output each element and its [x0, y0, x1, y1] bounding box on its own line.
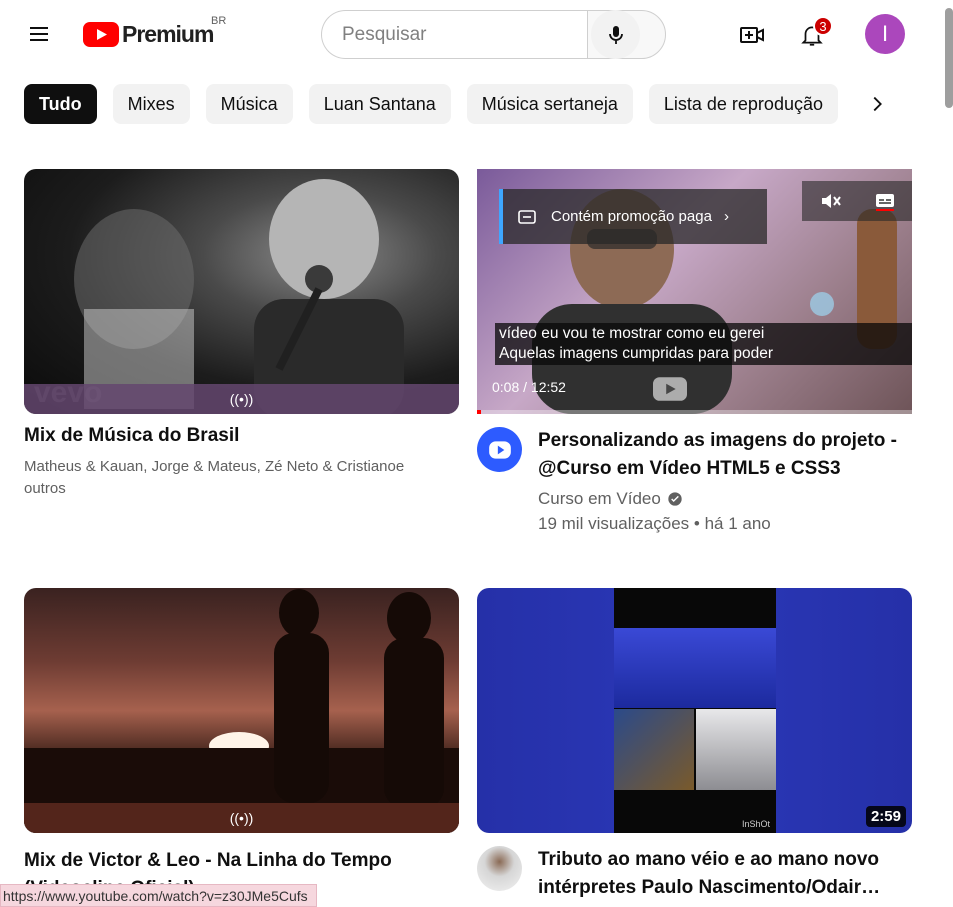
- collage-photo-left: [614, 709, 694, 790]
- channel-avatar[interactable]: [477, 427, 522, 472]
- youtube-logo-icon: [83, 21, 119, 47]
- player-controls-top: [802, 181, 912, 221]
- menu-icon[interactable]: [21, 16, 57, 52]
- video-stats: 19 mil visualizações • há 1 ano: [538, 514, 771, 533]
- video-card[interactable]: Contém promoção paga › vídeo eu vou te m…: [477, 169, 912, 533]
- muted-speaker-icon[interactable]: [818, 189, 842, 213]
- status-bar-url: https://www.youtube.com/watch?v=z30JMe5C…: [0, 884, 317, 907]
- mix-band: ((•)): [24, 384, 459, 414]
- thumbnail-art: [24, 589, 459, 833]
- inshot-watermark: InShOt: [741, 819, 770, 829]
- chevron-right-icon: ›: [723, 208, 729, 225]
- chevron-right-icon: [873, 96, 882, 112]
- video-title[interactable]: Mix de Música do Brasil: [24, 422, 459, 450]
- video-thumbnail[interactable]: ((•)): [24, 588, 459, 833]
- collage-photo-top: [614, 628, 776, 708]
- microphone-icon: [608, 25, 623, 44]
- video-card[interactable]: ((•)) Mix de Victor & Leo - Na Linha do …: [24, 588, 459, 903]
- chip-tudo[interactable]: Tudo: [24, 84, 97, 124]
- video-player-preview[interactable]: Contém promoção paga › vídeo eu vou te m…: [477, 169, 912, 414]
- chip-lista-de-reproducao[interactable]: Lista de reprodução: [648, 84, 838, 124]
- video-thumbnail[interactable]: vevo ((•)): [24, 169, 459, 414]
- progress-fill: [477, 410, 482, 414]
- channel-avatar[interactable]: [477, 846, 522, 891]
- chips-next-button[interactable]: [857, 84, 897, 124]
- channel-name[interactable]: Curso em Vídeo: [538, 486, 661, 511]
- duration-badge: 2:59: [865, 806, 906, 827]
- video-card[interactable]: InShOt 2:59 Tributo ao mano véio e ao ma…: [477, 588, 912, 898]
- notification-count-badge: 3: [813, 16, 833, 36]
- youtube-watermark-icon: [653, 377, 687, 401]
- account-avatar[interactable]: I: [865, 14, 905, 54]
- player-time: 0:08 / 12:52: [492, 379, 566, 395]
- filter-chips: Tudo Mixes Música Luan Santana Música se…: [24, 84, 838, 124]
- youtube-premium-logo[interactable]: Premium: [83, 20, 214, 48]
- country-code: BR: [211, 15, 227, 27]
- thumbnail-collage: InShOt: [614, 588, 776, 833]
- verified-check-icon: [668, 491, 682, 506]
- chip-luan-santana[interactable]: Luan Santana: [308, 84, 451, 124]
- logo-text: Premium: [122, 20, 214, 47]
- chip-mixes[interactable]: Mixes: [112, 84, 190, 124]
- promo-label: Contém promoção paga: [551, 208, 712, 225]
- caption-line: vídeo eu vou te mostrar como eu gerei: [499, 325, 765, 342]
- create-button[interactable]: [732, 15, 772, 55]
- video-title[interactable]: Personalizando as imagens do projeto - @…: [538, 427, 898, 483]
- top-bar: Premium BR 3 I: [0, 0, 953, 68]
- search-input[interactable]: [321, 10, 587, 59]
- mix-broadcast-icon: ((•)): [229, 810, 254, 826]
- video-details: Personalizando as imagens do projeto - @…: [538, 427, 898, 536]
- play-logo-icon: [488, 440, 511, 459]
- caption-line: Aquelas imagens cumpridas para poder: [499, 345, 773, 362]
- progress-track[interactable]: [477, 410, 912, 414]
- video-thumbnail[interactable]: InShOt 2:59: [477, 588, 912, 833]
- video-title[interactable]: Tributo ao mano véio e ao mano novo inté…: [538, 846, 898, 902]
- video-camera-add-icon: [740, 27, 764, 43]
- mix-broadcast-icon: ((•)): [229, 391, 254, 407]
- mix-band: ((•)): [24, 803, 459, 833]
- voice-search-button[interactable]: [591, 10, 640, 59]
- paid-promotion-banner[interactable]: Contém promoção paga ›: [499, 189, 767, 244]
- channel-row: Curso em Vídeo: [538, 486, 898, 511]
- chip-musica-sertaneja[interactable]: Música sertaneja: [466, 84, 633, 124]
- chip-musica[interactable]: Música: [205, 84, 293, 124]
- collage-photo-right: [696, 709, 776, 790]
- search-box: [321, 10, 666, 59]
- video-details: Tributo ao mano véio e ao mano novo inté…: [538, 846, 898, 902]
- page-scrollbar[interactable]: [945, 8, 953, 108]
- promo-icon: [518, 209, 536, 224]
- captions: vídeo eu vou te mostrar como eu gerei Aq…: [495, 323, 912, 365]
- notifications-button[interactable]: 3: [792, 15, 833, 55]
- video-subtitle[interactable]: Matheus & Kauan, Jorge & Mateus, Zé Neto…: [24, 456, 409, 500]
- video-card[interactable]: vevo ((•)) Mix de Música do Brasil Mathe…: [24, 169, 459, 500]
- subtitles-icon[interactable]: [873, 189, 897, 213]
